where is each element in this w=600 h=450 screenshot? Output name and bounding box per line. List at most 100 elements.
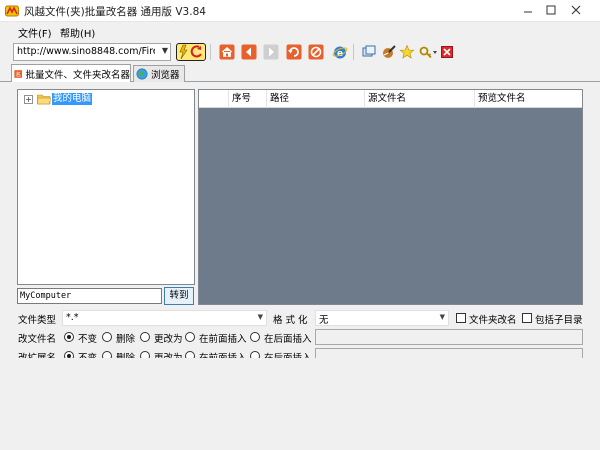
favorite-button[interactable]: [398, 43, 416, 61]
rename-file-radio-prepend[interactable]: [185, 332, 195, 342]
exit-button[interactable]: [438, 43, 456, 61]
rename-ext-radio-prepend[interactable]: [185, 351, 195, 358]
radio-label: 不变: [78, 334, 98, 345]
maximize-icon: [546, 5, 556, 15]
close-button[interactable]: [565, 0, 587, 20]
radio-label: 不变: [78, 350, 97, 358]
star-icon: [399, 44, 415, 59]
refresh-icon: [286, 44, 302, 60]
radio-label: 在前面插入: [199, 334, 247, 345]
rename-ext-radio-unchanged[interactable]: [64, 351, 74, 358]
forward-button[interactable]: [262, 43, 280, 61]
rename-file-label: 改文件名: [18, 334, 57, 345]
app-icon: [5, 5, 19, 17]
rename-file-radio-change[interactable]: [140, 332, 150, 342]
toolbar: http://www.sino8848.com/FireAs ▼ e: [0, 40, 600, 64]
radio-label: 删除: [116, 334, 136, 345]
rename-file-radio-unchanged[interactable]: [64, 332, 74, 342]
back-icon: [241, 44, 257, 60]
folder-rename-checkbox[interactable]: [456, 313, 466, 323]
column-header-source-name[interactable]: 源文件名: [365, 90, 475, 108]
column-header-path[interactable]: 路径: [267, 90, 365, 108]
minimize-icon: [524, 11, 532, 13]
reload-button[interactable]: [285, 43, 303, 61]
stop-button[interactable]: [307, 43, 325, 61]
format-value: 无: [319, 315, 329, 326]
radio-label: 在后面插入: [264, 350, 312, 358]
menu-help[interactable]: 帮助(H): [60, 25, 95, 40]
radio-label: 删除: [116, 350, 135, 358]
rename-file-radio-delete[interactable]: [102, 332, 112, 342]
forward-icon: [263, 44, 279, 60]
file-list[interactable]: 序号 路径 源文件名 预览文件名: [198, 89, 583, 305]
lightning-refresh-button[interactable]: [176, 43, 206, 61]
chevron-down-icon[interactable]: ▼: [440, 313, 445, 321]
rename-file-row: 改文件名 不变 删除 更改为 在前面插入 在后面插入: [0, 329, 600, 347]
radio-label: 在后面插入: [264, 334, 312, 345]
chevron-down-icon[interactable]: ▼: [258, 313, 263, 321]
rename-ext-textbox[interactable]: [315, 348, 583, 358]
chevron-down-icon[interactable]: ▼: [162, 46, 168, 55]
column-header-preview-name[interactable]: 预览文件名: [475, 90, 582, 108]
menu-bar: 文件(F) 帮助(H): [0, 23, 600, 40]
back-button[interactable]: [240, 43, 258, 61]
format-label: 格 式 化: [273, 315, 308, 326]
empty-area: [0, 358, 600, 450]
window-title: 风越文件(夹)批量改名器 通用版 V3.84: [24, 6, 206, 18]
folder-rename-label: 文件夹改名: [469, 315, 517, 326]
maximize-button[interactable]: [540, 0, 562, 20]
tab-browser[interactable]: 浏览器: [133, 65, 185, 82]
rename-ext-radio-change[interactable]: [140, 351, 150, 358]
radio-label: 在前面插入: [199, 350, 247, 358]
toolbar-separator: [210, 44, 211, 60]
toolbar-separator: [353, 44, 354, 60]
tab-label: 批量文件、文件夹改名器: [25, 69, 130, 81]
format-combobox[interactable]: 无 ▼: [315, 310, 449, 326]
url-combobox[interactable]: http://www.sino8848.com/FireAs ▼: [13, 43, 171, 61]
home-button[interactable]: [218, 43, 236, 61]
home-icon: [219, 44, 235, 60]
minimize-button[interactable]: [517, 0, 539, 20]
folder-icon: [37, 94, 51, 105]
lightning-refresh-icon: [179, 44, 202, 60]
file-type-row: 文件类型 *.* ▼ 格 式 化 无 ▼ 文件夹改名 包括子目录: [0, 310, 600, 328]
menu-file[interactable]: 文件(F): [18, 25, 52, 40]
window-icon: [362, 45, 376, 57]
go-button[interactable]: 转到: [164, 287, 194, 305]
pen-button[interactable]: [380, 43, 398, 61]
app-window: 风越文件(夹)批量改名器 通用版 V3.84 文件(F) 帮助(H) http:…: [0, 0, 600, 358]
rename-tab-icon: 名: [14, 69, 23, 78]
tree-item-my-computer[interactable]: 我的电脑: [52, 93, 93, 105]
tab-batch-rename[interactable]: 名 批量文件、文件夹改名器: [11, 64, 131, 82]
radio-label: 更改为: [154, 334, 183, 345]
rename-ext-label: 改扩展名: [18, 350, 56, 358]
rename-ext-radio-append[interactable]: [250, 351, 260, 358]
title-bar: 风越文件(夹)批量改名器 通用版 V3.84: [0, 0, 600, 22]
close-red-icon: [441, 46, 453, 58]
window-button[interactable]: [360, 43, 378, 61]
tree-expander[interactable]: +: [24, 95, 33, 104]
path-input[interactable]: MyComputer: [17, 288, 162, 304]
key-icon: [419, 46, 437, 59]
ie-icon: e: [332, 46, 348, 59]
pen-icon: [383, 45, 396, 58]
ie-button[interactable]: e: [331, 43, 349, 61]
column-header-index[interactable]: 序号: [229, 90, 267, 108]
tab-strip: 名 批量文件、文件夹改名器 浏览器: [0, 64, 600, 82]
list-header: 序号 路径 源文件名 预览文件名: [199, 90, 582, 108]
globe-icon: [136, 68, 148, 80]
rename-file-textbox[interactable]: [315, 329, 583, 345]
file-type-value: *.*: [66, 312, 79, 323]
column-header-blank[interactable]: [199, 90, 229, 108]
file-type-combobox[interactable]: *.* ▼: [62, 310, 267, 326]
include-subdir-checkbox[interactable]: [522, 313, 532, 323]
url-value: http://www.sino8848.com/FireAs: [17, 46, 155, 57]
rename-ext-radio-delete[interactable]: [102, 351, 112, 358]
rename-file-radio-append[interactable]: [250, 332, 260, 342]
include-subdir-label: 包括子目录: [535, 315, 583, 326]
stop-icon: [308, 44, 324, 60]
radio-label: 更改为: [154, 350, 183, 358]
key-button[interactable]: [418, 43, 438, 61]
close-icon: [571, 5, 581, 15]
folder-tree[interactable]: + 我的电脑: [17, 89, 195, 285]
